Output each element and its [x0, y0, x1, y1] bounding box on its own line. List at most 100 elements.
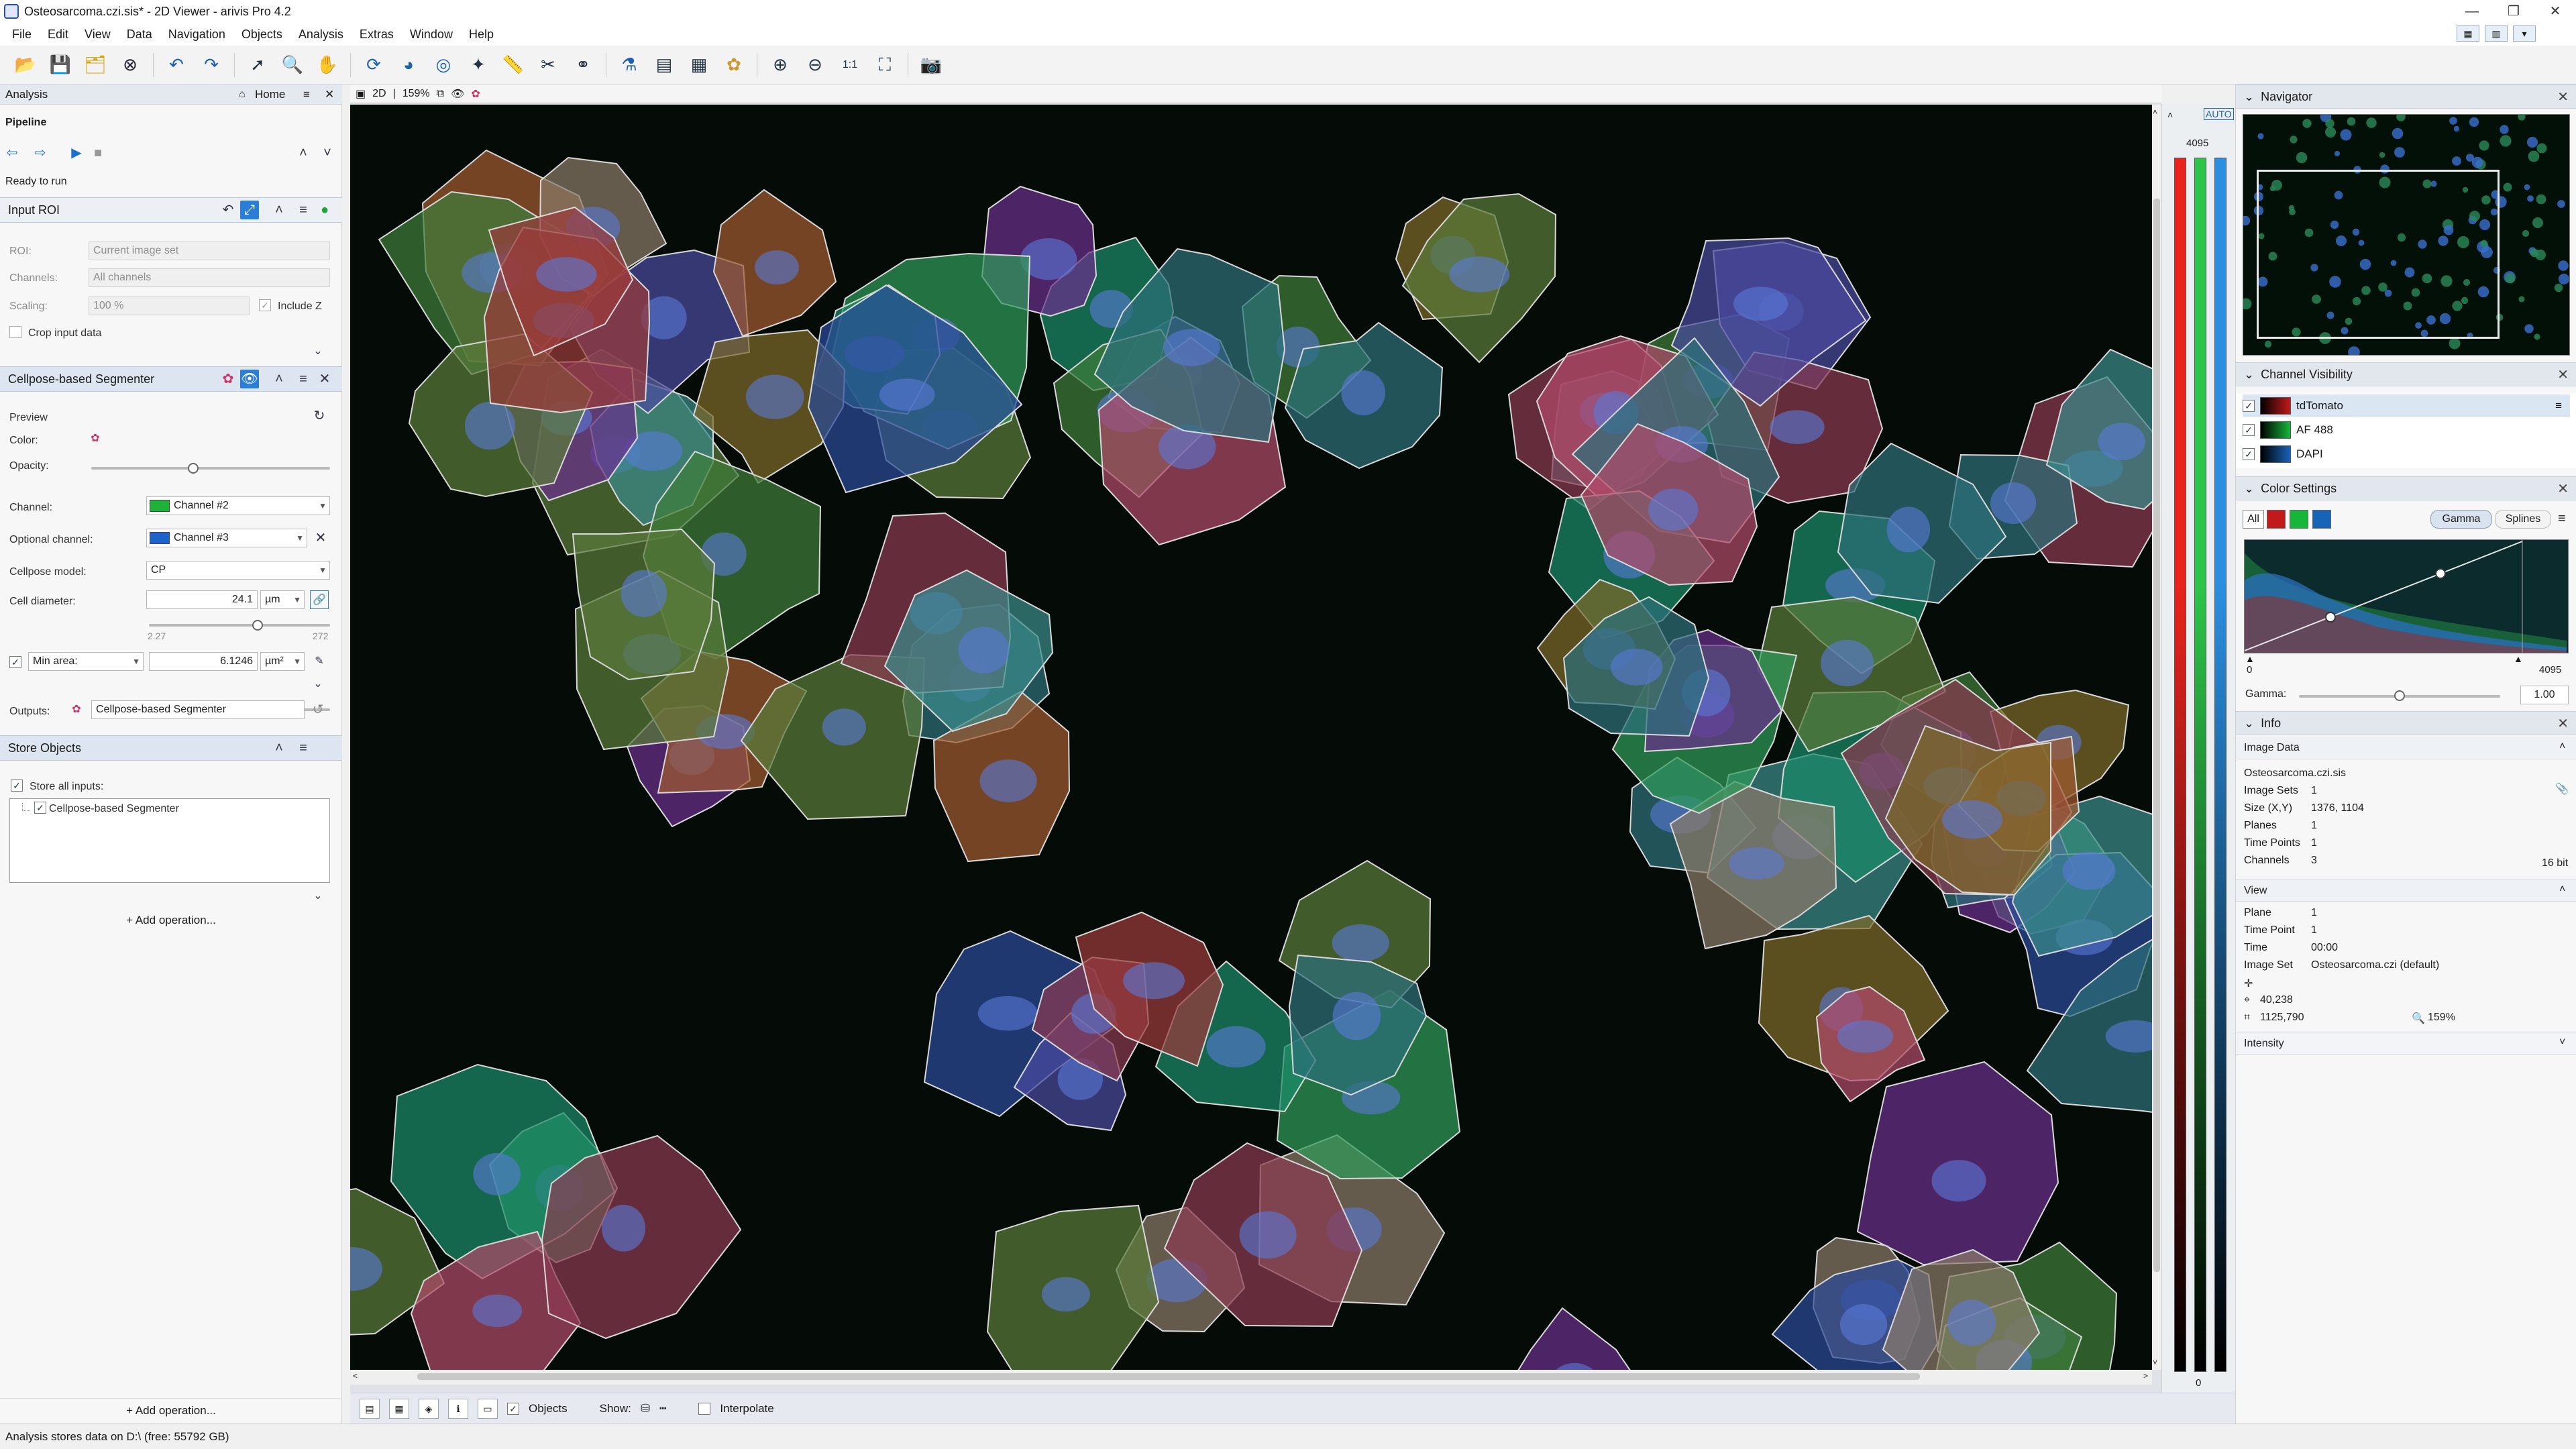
- save-all-icon[interactable]: 🗂: [82, 52, 109, 78]
- zoom-tool-icon[interactable]: 🔍: [279, 52, 306, 78]
- close-icon[interactable]: ✕: [2557, 715, 2569, 732]
- undo-icon[interactable]: ↶: [163, 52, 190, 78]
- image-data-section-header[interactable]: Image Data ˄: [2236, 737, 2576, 759]
- magic-wand-icon[interactable]: ✦: [465, 52, 492, 78]
- menu-navigation[interactable]: Navigation: [160, 28, 233, 42]
- channel-visibility-header[interactable]: ⌄ Channel Visibility ✕: [2236, 362, 2576, 386]
- zoom-1to1-icon[interactable]: 1:1: [837, 52, 863, 78]
- measure-tool-icon[interactable]: 📏: [500, 52, 527, 78]
- color-wheel-small-icon[interactable]: ✿: [219, 370, 237, 388]
- min-area-input[interactable]: 6.1246: [149, 652, 258, 671]
- pick-area-icon[interactable]: ✎: [310, 652, 329, 671]
- channel-visible-checkbox[interactable]: ✓: [2243, 400, 2255, 412]
- view-2d-icon[interactable]: ▣: [356, 87, 366, 101]
- home-button[interactable]: Home: [255, 88, 285, 101]
- scaling-field[interactable]: 100 %: [89, 297, 250, 315]
- menu-file[interactable]: File: [4, 28, 40, 42]
- channels-field[interactable]: All channels: [89, 268, 330, 287]
- channel-row-af488[interactable]: ✓ AF 488: [2243, 419, 2570, 441]
- cellpose-model-select[interactable]: CP ▼: [146, 561, 330, 580]
- expand-more-icon[interactable]: ⌄: [309, 887, 327, 906]
- close-window-button[interactable]: ✕: [2534, 0, 2576, 23]
- select-tool-icon[interactable]: ➚: [244, 52, 271, 78]
- brush-tool-icon[interactable]: ◕: [395, 52, 422, 78]
- layout-options-icon[interactable]: ▾: [2513, 25, 2536, 42]
- input-roi-header[interactable]: Input ROI ↶ ⤢ ˄ ≡ ●: [0, 197, 342, 223]
- opacity-slider[interactable]: [91, 467, 330, 470]
- all-channels-button[interactable]: All: [2243, 510, 2264, 529]
- edit-step-icon[interactable]: ⤢: [240, 201, 259, 219]
- cell-object[interactable]: [1505, 1307, 1642, 1370]
- color-wheel-icon[interactable]: ✿: [720, 52, 747, 78]
- vertical-scroll-thumb[interactable]: [2153, 199, 2160, 1272]
- histogram-min-marker[interactable]: ▲: [2245, 653, 2255, 664]
- outputs-field[interactable]: Cellpose-based Segmenter: [91, 700, 305, 719]
- gamma-tab[interactable]: Gamma: [2430, 510, 2492, 529]
- gamma-slider-thumb[interactable]: [2394, 690, 2405, 701]
- link-icon[interactable]: 🔗: [310, 590, 329, 609]
- histogram[interactable]: [2244, 539, 2569, 653]
- opacity-slider-thumb[interactable]: [188, 463, 199, 474]
- color-swatch-icon[interactable]: ✿: [86, 429, 105, 448]
- export-icon[interactable]: ▤: [651, 52, 678, 78]
- segmentation-overlay[interactable]: [350, 105, 2152, 1370]
- color-settings-header[interactable]: ⌄ Color Settings ✕: [2236, 476, 2576, 500]
- collapse-up-icon[interactable]: ˄: [294, 144, 313, 162]
- intensity-section-header[interactable]: Intensity ˅: [2236, 1032, 2576, 1055]
- collapse-step-icon[interactable]: ˄: [270, 370, 288, 388]
- collapse-step-icon[interactable]: ˄: [270, 739, 288, 757]
- eye-icon[interactable]: 👁: [451, 87, 464, 101]
- info-icon[interactable]: ℹ: [448, 1398, 468, 1419]
- include-z-checkbox[interactable]: ✓: [259, 299, 271, 311]
- channel-color-swatch[interactable]: [2260, 445, 2291, 463]
- close-file-icon[interactable]: ⊗: [117, 52, 144, 78]
- collapse-step-icon[interactable]: ˄: [270, 201, 288, 219]
- segmenter-header[interactable]: Cellpose-based Segmenter ✿ 👁 ˄ ≡ ✕: [0, 366, 342, 392]
- lut-auto-button[interactable]: AUTO: [2204, 108, 2234, 120]
- zoom-in-icon[interactable]: ⊕: [767, 52, 794, 78]
- lab-flask-icon[interactable]: ⚗: [616, 52, 643, 78]
- merge-tool-icon[interactable]: ⚭: [570, 52, 596, 78]
- redo-icon[interactable]: ↷: [198, 52, 225, 78]
- horizontal-scrollbar[interactable]: ˂ ˃: [350, 1370, 2152, 1385]
- navigator-viewport-rect[interactable]: [2257, 170, 2500, 339]
- undo-step-icon[interactable]: ↶: [219, 201, 237, 219]
- view-table-icon[interactable]: ▦: [389, 1398, 409, 1419]
- lut-channel-bars[interactable]: [2174, 158, 2226, 1372]
- channel-row-tdtomato[interactable]: ✓ tdTomato ≡: [2243, 394, 2570, 417]
- roi-field[interactable]: Current image set: [89, 241, 330, 260]
- menu-analysis[interactable]: Analysis: [290, 28, 352, 42]
- lasso-tool-icon[interactable]: ◎: [430, 52, 457, 78]
- output-color-icon[interactable]: ✿: [67, 700, 86, 719]
- open-file-icon[interactable]: 📂: [12, 52, 39, 78]
- channel-row-dapi[interactable]: ✓ DAPI: [2243, 443, 2570, 466]
- panel-menu-icon[interactable]: ≡: [303, 88, 310, 101]
- view-grid-icon[interactable]: ▤: [360, 1398, 380, 1419]
- cell-diameter-unit-select[interactable]: µm ▼: [260, 590, 305, 609]
- collapse-down-icon[interactable]: ˅: [318, 144, 337, 162]
- close-icon[interactable]: ✕: [2557, 366, 2569, 383]
- cell-diameter-input[interactable]: 24.1: [146, 590, 258, 609]
- close-icon[interactable]: ✕: [2557, 480, 2569, 497]
- step-menu-icon[interactable]: ≡: [294, 201, 313, 219]
- menu-objects[interactable]: Objects: [233, 28, 290, 42]
- cell-diameter-slider[interactable]: [149, 624, 330, 627]
- zoom-fit-icon[interactable]: ⛶: [871, 52, 898, 78]
- layout-split-icon[interactable]: ▥: [2485, 25, 2508, 42]
- restore-button[interactable]: ❐: [2493, 0, 2534, 23]
- table-icon[interactable]: ▦: [686, 52, 712, 78]
- menu-edit[interactable]: Edit: [40, 28, 76, 42]
- lut-bar-channel-1[interactable]: [2174, 158, 2186, 1372]
- min-area-checkbox[interactable]: ✓: [9, 656, 21, 668]
- green-channel-button[interactable]: [2290, 510, 2308, 529]
- red-channel-button[interactable]: [2267, 510, 2286, 529]
- layers-icon[interactable]: ⧉: [437, 88, 444, 100]
- color-settings-menu-icon[interactable]: ≡: [2558, 511, 2566, 527]
- eye-preview-icon[interactable]: 👁: [240, 370, 259, 388]
- channel-menu-icon[interactable]: ≡: [2555, 399, 2562, 413]
- objects-checkbox[interactable]: ✓: [507, 1402, 519, 1415]
- gamma-input[interactable]: 1.00: [2520, 686, 2569, 704]
- menu-extras[interactable]: Extras: [352, 28, 402, 42]
- store-objects-header[interactable]: Store Objects ˄ ≡: [0, 735, 342, 761]
- view-3d-icon[interactable]: ◈: [419, 1398, 439, 1419]
